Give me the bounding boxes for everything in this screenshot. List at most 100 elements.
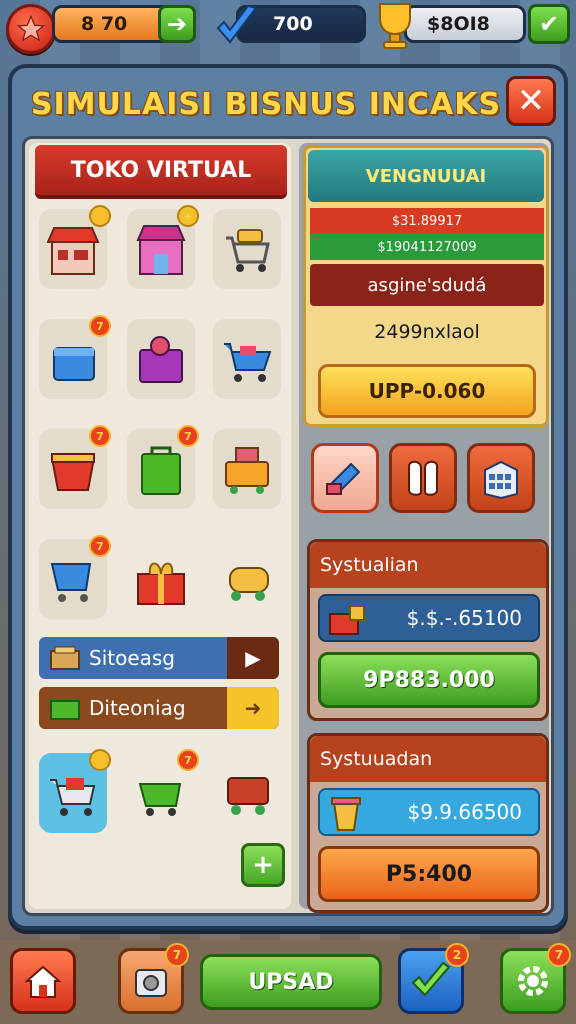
money-counter: $8OI8: [404, 5, 526, 43]
system-value-row: $9.9.66500: [318, 788, 540, 836]
shop-header: TOKO VIRTUAL: [35, 145, 287, 199]
plus-icon: +: [252, 850, 274, 880]
vendor-line-green: $19041127009: [310, 234, 544, 260]
green-cart-icon: [138, 783, 182, 816]
arrow-right-icon[interactable]: ➜: [227, 687, 279, 729]
item-badge: 7: [89, 425, 111, 447]
gear-icon: [518, 966, 548, 996]
checkmark-icon: [216, 4, 258, 44]
cup-icon: [331, 797, 361, 831]
system-value: $.$.-.65100: [406, 606, 522, 630]
system-card-title: Systuuadan: [310, 736, 546, 782]
star-button[interactable]: [6, 4, 56, 54]
inventory-button[interactable]: 7: [118, 943, 189, 1014]
shop-item-red-wagon[interactable]: [213, 753, 281, 833]
ribbon-button[interactable]: [389, 443, 457, 513]
right-column: VENGNUUAI $31.89917 $19041127009 asgine'…: [299, 143, 549, 913]
notification-badge: 2: [445, 943, 469, 967]
check-icon: ✔: [538, 10, 560, 38]
megaphone-button[interactable]: [311, 443, 379, 513]
item-badge: 7: [89, 535, 111, 557]
shop-item-red-basket[interactable]: 7: [39, 425, 111, 509]
item-badge: 7: [177, 749, 199, 771]
camera-box-icon: [135, 969, 167, 997]
money-value: $8OI8: [427, 13, 490, 35]
wagon-icon: [227, 777, 269, 815]
shop-item-blue-cart[interactable]: [213, 319, 281, 399]
system-card-title: Systualian: [310, 542, 546, 588]
shop-item-green-bag[interactable]: 7: [127, 425, 199, 509]
check-icon: [411, 961, 451, 997]
item-badge: [89, 749, 111, 771]
building-button[interactable]: [467, 443, 535, 513]
storefront-icon: [46, 227, 100, 275]
item-badge: +: [177, 205, 199, 227]
upsad-button[interactable]: UPSAD: [200, 954, 382, 1010]
notification-badge: 7: [165, 943, 189, 967]
panel-content: TOKO VIRTUAL + 7 7 7 7 Sitoeasg ▶ Diteon…: [22, 136, 554, 916]
food-cart-icon: [229, 567, 269, 601]
shop-item-cart-sale[interactable]: [39, 749, 111, 833]
shop-item-pink-shop[interactable]: +: [127, 205, 199, 289]
vendor-header: VENGNUUAI: [308, 150, 544, 202]
shop-item-store-front[interactable]: [39, 205, 111, 289]
notification-badge: 7: [547, 943, 571, 967]
vendor-panel: VENGNUUAI $31.89917 $19041127009 asgine'…: [303, 145, 549, 427]
top-resource-bar: 8 70 ➔ 700 $8OI8 ✔: [0, 0, 576, 56]
home-icon: [24, 965, 62, 998]
system-buy-button[interactable]: P5:400: [318, 846, 540, 902]
shop-item-gift[interactable]: [127, 539, 195, 619]
score-value: 700: [273, 13, 313, 35]
shop-item-green-trolley[interactable]: 7: [127, 749, 199, 833]
add-item-button[interactable]: +: [241, 843, 285, 887]
gift-icon: [137, 562, 185, 605]
row-label: Diteoniag: [89, 696, 186, 720]
shop-building-icon: [136, 225, 186, 275]
list-row-distribution[interactable]: Diteoniag ➜: [39, 687, 279, 729]
package-icon: [50, 646, 80, 670]
system-buy-button[interactable]: 9P883.000: [318, 652, 540, 708]
cart-icon: [224, 343, 272, 382]
bottom-nav-bar: 7 UPSAD 2 7: [0, 940, 576, 1024]
shop-item-cart-goods[interactable]: [213, 209, 281, 289]
shopping-bag-icon: [141, 446, 181, 495]
upgrade-button[interactable]: UPP-0.060: [318, 364, 536, 418]
settings-button[interactable]: 7: [500, 943, 571, 1014]
close-button[interactable]: ✕: [506, 76, 556, 126]
basket-icon: [50, 453, 96, 491]
coins-add-button[interactable]: ➔: [158, 5, 196, 43]
vendor-line-dark: asgine'sdudá: [310, 264, 544, 306]
system-value: $9.9.66500: [407, 800, 522, 824]
arrow-right-icon: ➔: [166, 10, 188, 38]
confirm-button[interactable]: ✔: [528, 4, 570, 44]
item-badge: 7: [89, 315, 111, 337]
register-icon: [329, 605, 365, 635]
shop-item-cash-register[interactable]: [213, 429, 281, 509]
shop-item-blue-box[interactable]: 7: [39, 315, 111, 399]
shop-item-purple-box[interactable]: [127, 319, 195, 399]
row-label: Sitoeasg: [89, 646, 176, 670]
close-icon: ✕: [516, 81, 546, 121]
play-arrow-icon[interactable]: ▶: [227, 637, 279, 679]
shop-item-food-cart[interactable]: [213, 539, 281, 619]
building-icon: [484, 460, 518, 500]
cash-register-icon: [225, 447, 269, 494]
system-card-1: Systualian $.$.-.65100 9P883.000: [307, 539, 549, 721]
cart-sale-icon: [50, 778, 96, 816]
megaphone-icon: [326, 462, 361, 495]
shop-item-blue-trolley[interactable]: 7: [39, 535, 111, 619]
ribbon-icon: [408, 460, 438, 496]
list-row-storage[interactable]: Sitoeasg ▶: [39, 637, 279, 679]
item-badge: 7: [177, 425, 199, 447]
green-package-icon: [50, 700, 80, 720]
gift-box-icon: [139, 336, 183, 383]
shopping-cart-icon: [226, 229, 270, 272]
tasks-button[interactable]: 2: [398, 943, 469, 1014]
virtual-shop: TOKO VIRTUAL + 7 7 7 7 Sitoeasg ▶ Diteon…: [29, 143, 291, 909]
panel-title: SIMULAISI BISNUS INCAKS: [30, 86, 502, 122]
star-icon: [16, 14, 46, 42]
system-card-2: Systuuadan $9.9.66500 P5:400: [307, 733, 549, 913]
vendor-line-plain: 2499nxlaol: [374, 321, 480, 343]
trolley-icon: [50, 563, 92, 602]
home-button[interactable]: [10, 948, 76, 1014]
